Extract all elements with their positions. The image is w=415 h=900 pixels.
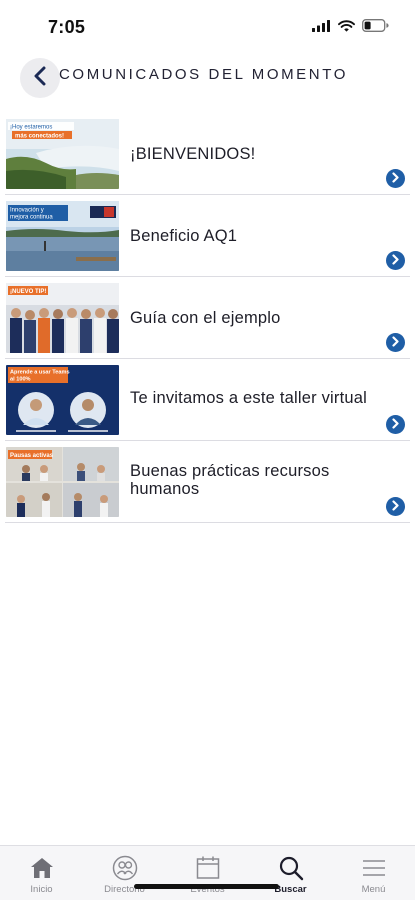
directory-icon <box>112 855 138 881</box>
status-bar: 7:05 <box>0 0 415 50</box>
status-time: 7:05 <box>48 17 86 37</box>
news-title: ¡BIENVENIDOS! <box>130 145 256 163</box>
tab-label: Menú <box>361 884 386 895</box>
thumb-text: ¡Hoy estaremos <box>10 125 52 131</box>
news-list: ¡Hoy estaremos más conectados! ¡BIENVENI… <box>5 113 410 523</box>
news-thumbnail: Pausas activas <box>6 447 119 517</box>
thumb-text: Aprende a usar Teams <box>10 370 70 376</box>
news-title: Buenas prácticas recursos humanos <box>130 462 330 498</box>
tab-eventos[interactable]: Eventos <box>166 846 249 900</box>
news-item[interactable]: Innovación y mejora continua Beneficio A… <box>5 195 410 277</box>
open-button[interactable] <box>386 497 405 516</box>
tab-directorio[interactable]: Directorio <box>83 846 166 900</box>
chevron-right-icon <box>391 498 400 516</box>
page-title: COMUNICADOS DEL MOMENTO <box>59 66 348 83</box>
chevron-right-icon <box>391 416 400 434</box>
news-thumbnail: ¡NUEVO TIP! <box>6 283 119 353</box>
news-title: Te invitamos a este taller virtual <box>130 389 367 407</box>
news-thumbnail: Aprende a usar Teams al 100% <box>6 365 119 435</box>
open-button[interactable] <box>386 333 405 352</box>
open-button[interactable] <box>386 169 405 188</box>
home-indicator <box>134 884 279 889</box>
thumb-text: al 100% <box>10 377 31 383</box>
thumb-text: mejora continua <box>10 215 53 221</box>
header: COMUNICADOS DEL MOMENTO <box>0 50 415 108</box>
open-button[interactable] <box>386 415 405 434</box>
news-title: Guía con el ejemplo <box>130 309 281 327</box>
battery-icon <box>362 19 389 37</box>
chevron-left-icon <box>33 66 47 91</box>
calendar-icon <box>195 855 221 881</box>
thumb-text: más conectados! <box>15 134 64 140</box>
news-item[interactable]: Pausas activas Buenas prácticas recursos… <box>5 441 410 523</box>
thumb-text: Pausas activas <box>10 453 54 459</box>
tab-label: Buscar <box>274 884 307 895</box>
menu-icon <box>361 855 387 881</box>
thumb-text: ¡NUEVO TIP! <box>10 289 46 295</box>
chevron-right-icon <box>391 170 400 188</box>
news-title: Beneficio AQ1 <box>130 227 238 245</box>
home-icon <box>29 855 55 881</box>
signal-icon <box>312 19 331 37</box>
thumb-text: Innovación y <box>10 208 44 214</box>
news-item[interactable]: ¡NUEVO TIP! Guía con el ejemplo <box>5 277 410 359</box>
tab-label: Inicio <box>30 884 53 895</box>
open-button[interactable] <box>386 251 405 270</box>
tab-inicio[interactable]: Inicio <box>0 846 83 900</box>
chevron-right-icon <box>391 252 400 270</box>
search-icon <box>278 855 304 881</box>
news-item[interactable]: ¡Hoy estaremos más conectados! ¡BIENVENI… <box>5 113 410 195</box>
chevron-right-icon <box>391 334 400 352</box>
status-icons <box>312 19 389 37</box>
tab-buscar[interactable]: Buscar <box>249 846 332 900</box>
news-item[interactable]: Aprende a usar Teams al 100% Te invitamo… <box>5 359 410 441</box>
back-button[interactable] <box>20 58 60 98</box>
tab-bar: Inicio Directorio Eventos Buscar Menú <box>0 845 415 900</box>
wifi-icon <box>338 19 355 37</box>
news-thumbnail: ¡Hoy estaremos más conectados! <box>6 119 119 189</box>
tab-menu[interactable]: Menú <box>332 846 415 900</box>
news-thumbnail: Innovación y mejora continua <box>6 201 119 271</box>
